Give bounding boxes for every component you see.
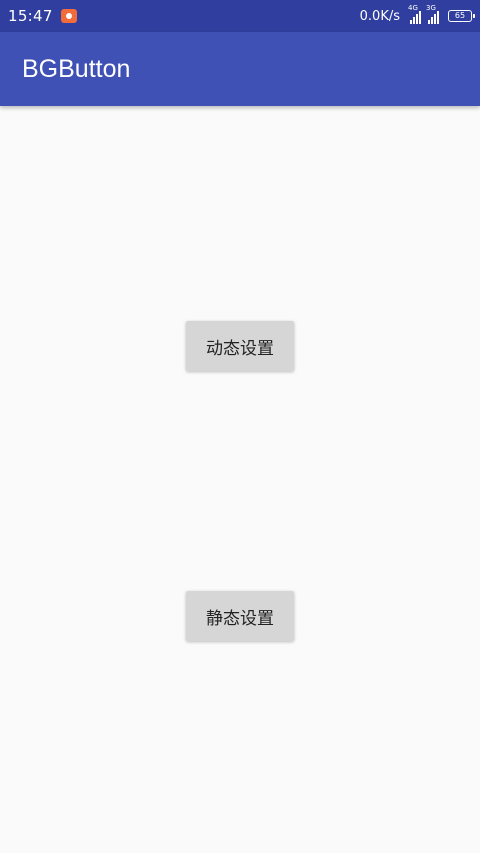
battery-level: 65 xyxy=(454,11,466,20)
static-settings-button[interactable]: 静态设置 xyxy=(186,591,294,641)
app-bar: BGButton xyxy=(0,32,480,106)
sim2-signal-icon: 3G xyxy=(426,4,439,24)
sim1-network-type: 4G xyxy=(408,4,418,12)
network-speed: 0.0K/s xyxy=(359,8,400,24)
battery-icon: 65 xyxy=(448,10,475,22)
status-bar: 15:47 0.0K/s 4G 3G 65 xyxy=(0,0,480,32)
status-time: 15:47 xyxy=(8,7,53,25)
dynamic-settings-button[interactable]: 动态设置 xyxy=(186,321,294,371)
screen-record-icon xyxy=(60,9,77,23)
app-title: BGButton xyxy=(22,54,131,83)
status-left: 15:47 xyxy=(8,7,77,25)
sim1-signal-icon: 4G xyxy=(408,4,421,24)
status-right: 0.0K/s 4G 3G 65 xyxy=(359,4,475,24)
sim2-network-type: 3G xyxy=(426,4,436,12)
